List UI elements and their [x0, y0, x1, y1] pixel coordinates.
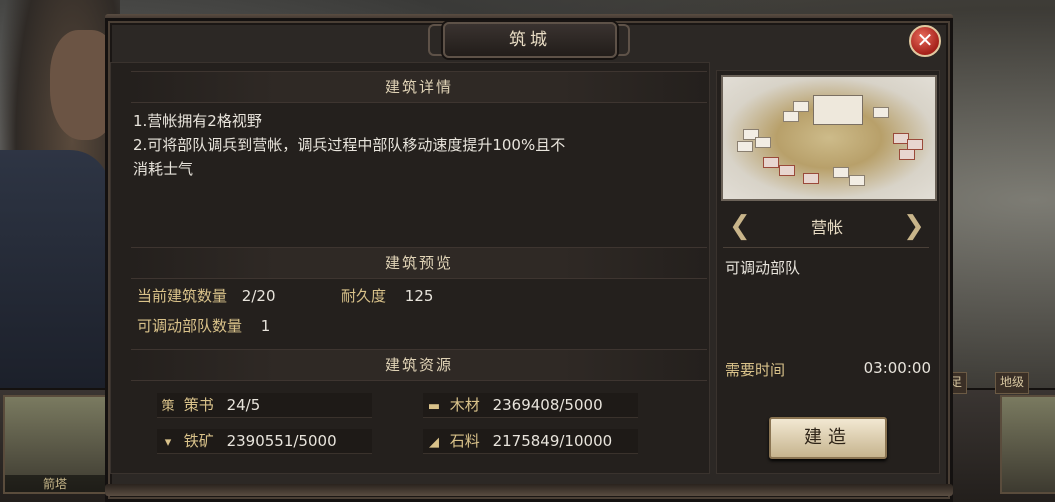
tent	[755, 137, 771, 148]
troop-count-value: 1	[260, 317, 271, 335]
prev-arrow-icon[interactable]: ❮	[729, 211, 751, 241]
time-label: 需要时间	[725, 361, 786, 379]
building-panel: ❮ 营帐 ❯ 可调动部队 需要时间 03:00:00 建造	[716, 70, 940, 474]
camp-image	[721, 75, 937, 201]
troop-count: 可调动部队数量 1	[137, 315, 270, 336]
resource-stone-value: 2175849/10000	[492, 432, 613, 450]
time-value: 03:00:00	[863, 359, 931, 377]
durability-label: 耐久度	[341, 287, 387, 305]
tent	[803, 173, 819, 184]
resource-wood: ▬ 木材 2369408/5000	[423, 393, 638, 418]
close-icon: ✕	[916, 28, 934, 52]
iron-icon: ▾	[164, 435, 172, 450]
title-ornament-left	[428, 24, 444, 56]
resource-wood-label: 木材	[449, 396, 480, 414]
stone-icon: ◢	[429, 435, 439, 450]
resource-book-label: 策书	[183, 396, 214, 414]
resource-iron: ▾ 铁矿 2390551/5000	[157, 429, 372, 454]
building-count-value: 2/20	[241, 287, 276, 305]
durability-value: 125	[404, 287, 434, 305]
details-line-3: 消耗士气	[133, 160, 194, 178]
resource-stone: ◢ 石料 2175849/10000	[423, 429, 638, 454]
details-header: 建筑详情	[131, 71, 707, 103]
resources-header: 建筑资源	[131, 349, 707, 381]
tent	[873, 107, 889, 118]
building-name: 营帐	[810, 218, 843, 237]
next-arrow-icon[interactable]: ❯	[903, 211, 925, 241]
tent	[737, 141, 753, 152]
building-count-label: 当前建筑数量	[137, 287, 228, 305]
portrait-robe	[0, 150, 110, 400]
close-button[interactable]: ✕	[909, 25, 941, 57]
resource-wood-value: 2369408/5000	[492, 396, 603, 414]
resource-stone-label: 石料	[449, 432, 480, 450]
tent	[899, 149, 915, 160]
resource-iron-value: 2390551/5000	[226, 432, 337, 450]
details-panel: 建筑详情 1.营帐拥有2格视野 2.可将部队调兵到营帐，调兵过程中部队移动速度提…	[110, 62, 710, 474]
troop-count-label: 可调动部队数量	[137, 317, 243, 335]
arrow-tower-card[interactable]: 箭塔	[3, 395, 107, 494]
tent	[779, 165, 795, 176]
building-count: 当前建筑数量 2/20	[137, 285, 275, 306]
divider	[723, 247, 929, 248]
general-portrait	[0, 0, 120, 400]
details-line-2: 2.可将部队调兵到营帐，调兵过程中部队移动速度提升100%且不	[133, 136, 566, 154]
dialog-title: 筑城	[443, 22, 617, 58]
tent	[833, 167, 849, 178]
resource-book: 策 策书 24/5	[157, 393, 372, 418]
wood-icon: ▬	[427, 399, 441, 414]
details-text: 1.营帐拥有2格视野 2.可将部队调兵到营帐，调兵过程中部队移动速度提升100%…	[133, 109, 703, 181]
resource-iron-label: 铁矿	[183, 432, 214, 450]
tent	[849, 175, 865, 186]
tent	[763, 157, 779, 168]
details-line-1: 1.营帐拥有2格视野	[133, 112, 262, 130]
build-button[interactable]: 建造	[769, 417, 887, 459]
preview-header: 建筑预览	[131, 247, 707, 279]
resource-book-value: 24/5	[226, 396, 261, 414]
building-description: 可调动部队	[725, 259, 801, 277]
durability: 耐久度 125	[341, 285, 433, 306]
camp-hall	[813, 95, 863, 125]
arrow-tower-label: 箭塔	[5, 475, 105, 492]
dialog-frame-bottom	[105, 484, 953, 496]
right-tab-2[interactable]: 地级	[995, 372, 1030, 394]
book-icon: 策	[161, 399, 175, 414]
tent	[783, 111, 799, 122]
right-card[interactable]	[1000, 395, 1055, 494]
